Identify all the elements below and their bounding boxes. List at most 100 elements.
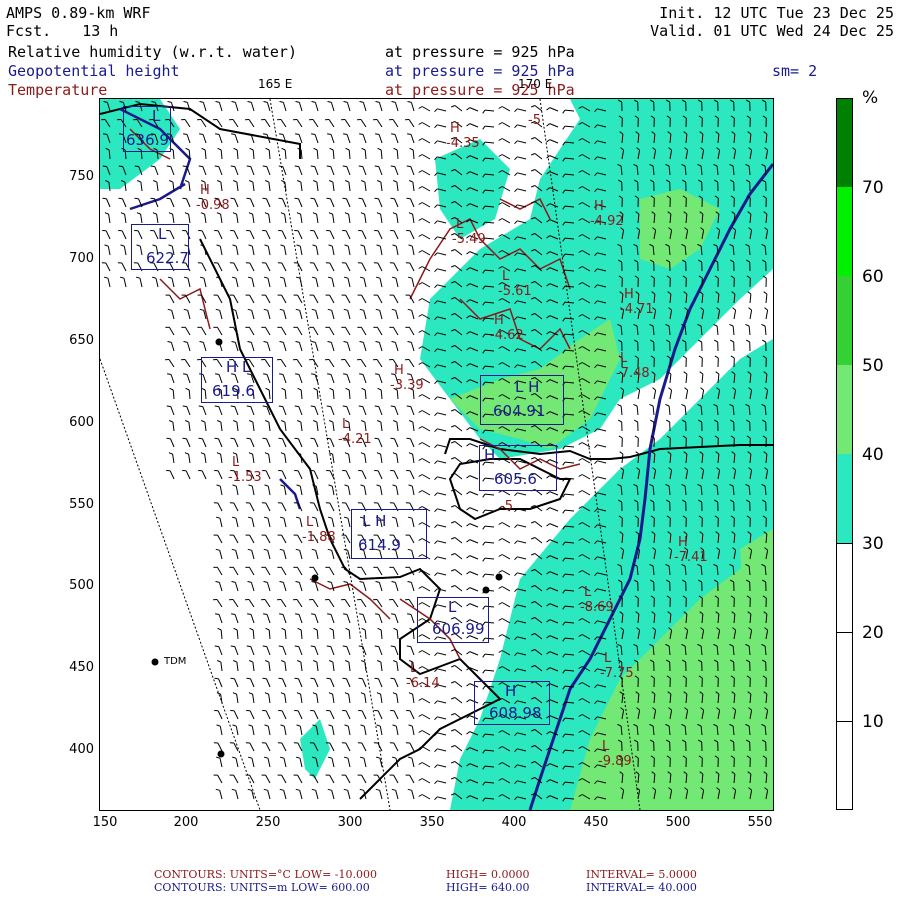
wind-barb-feather	[418, 170, 423, 173]
wind-barb-feather	[418, 762, 423, 765]
wind-barb-feather	[451, 265, 456, 268]
wind-barb-feather	[280, 692, 285, 695]
wind-barb	[282, 614, 287, 624]
wind-barb-feather	[375, 581, 380, 583]
height-box: L 606.99	[417, 597, 489, 643]
wind-barb-feather	[451, 745, 456, 748]
wind-barb	[264, 567, 271, 576]
wind-barb-feather	[296, 756, 301, 759]
temperature-label: L -5.61	[498, 269, 532, 299]
wind-barb-feather	[562, 461, 566, 466]
wind-barb-feather	[152, 212, 157, 215]
wind-barb-feather	[247, 548, 252, 551]
temperature-label-value: -5	[528, 113, 541, 128]
wind-barb-feather	[231, 341, 236, 343]
temperature-label-type: L	[602, 739, 610, 754]
wind-barb-feather	[700, 387, 704, 391]
wind-barb	[219, 790, 223, 800]
wind-barb	[534, 153, 543, 160]
wind-barb-feather	[376, 452, 381, 455]
wind-barb	[412, 422, 415, 432]
wind-barb-feather	[359, 101, 364, 103]
wind-barb-feather	[374, 645, 379, 648]
wind-barb-feather	[408, 276, 413, 279]
wind-barb-feather	[408, 692, 413, 695]
wind-barb-feather	[295, 581, 300, 583]
wind-barb-feather	[102, 197, 107, 200]
wind-barb	[314, 342, 319, 352]
wind-barb	[330, 374, 335, 384]
wind-barb-feather	[313, 660, 318, 663]
wind-barb	[454, 697, 463, 704]
wind-barb-feather	[407, 581, 412, 583]
wind-barb	[636, 405, 639, 416]
wind-barb	[364, 149, 367, 160]
wind-barb-feather	[391, 341, 396, 343]
height-box: L H 614.9	[351, 509, 427, 559]
wind-barb-feather	[562, 109, 566, 114]
y-tick-label: 500	[69, 578, 94, 593]
wind-barb-feather	[313, 180, 318, 183]
wind-barb	[363, 246, 367, 256]
wind-barb	[412, 694, 415, 704]
wind-barb-feather	[434, 764, 438, 769]
station-label-tdm: TDM	[164, 656, 187, 667]
wind-barb	[284, 629, 287, 640]
wind-barb-feather	[230, 197, 235, 200]
wind-barb	[348, 662, 351, 672]
wind-barb	[188, 422, 191, 432]
wind-barb-feather	[434, 540, 438, 545]
wind-barb	[218, 438, 223, 448]
colorbar-label: 70	[862, 178, 884, 198]
wind-barb-feather	[390, 677, 395, 680]
wind-barb-feather	[232, 724, 237, 727]
footer-height-high: HIGH= 640.00	[446, 881, 530, 894]
wind-barb	[394, 438, 399, 448]
wind-barb-feather	[406, 437, 411, 440]
wind-barb	[329, 710, 335, 720]
wind-barb-feather	[246, 437, 251, 440]
wind-barb	[437, 796, 447, 800]
wind-barb-feather	[185, 180, 190, 183]
wind-barb	[411, 758, 415, 768]
wind-barb-feather	[434, 204, 438, 209]
wind-barb-feather	[215, 613, 220, 615]
wind-barb-feather	[407, 101, 412, 103]
wind-barb	[186, 374, 191, 384]
wind-barb	[299, 758, 303, 768]
wind-barb	[329, 774, 335, 784]
wind-barb-feather	[406, 645, 411, 648]
wind-barb-feather	[393, 180, 398, 183]
wind-barb-feather	[418, 650, 423, 653]
wind-barb	[669, 390, 673, 400]
wind-barb-feather	[434, 124, 438, 129]
wind-barb-feather	[375, 133, 380, 135]
wind-barb-feather	[434, 796, 438, 801]
wind-barb	[549, 507, 559, 512]
wind-barb-feather	[578, 474, 583, 477]
wind-barb	[332, 182, 335, 192]
wind-barb	[362, 166, 367, 176]
wind-barb-feather	[498, 586, 503, 589]
wind-barb	[652, 405, 655, 416]
wind-barb	[233, 294, 239, 304]
wind-barb-feather	[451, 713, 456, 716]
wind-barb	[300, 389, 303, 400]
wind-barb-feather	[594, 460, 598, 465]
wind-barb	[266, 342, 271, 352]
wind-barb-feather	[745, 323, 750, 327]
wind-barb	[284, 149, 287, 160]
wind-barb-feather	[761, 323, 766, 327]
wind-barb-feather	[418, 410, 423, 413]
wind-barb-feather	[406, 165, 411, 168]
wind-barb-feather	[434, 380, 438, 385]
wind-barb	[378, 582, 383, 592]
wind-barb	[396, 454, 399, 464]
wind-barb-feather	[278, 197, 283, 200]
wind-barb	[313, 294, 319, 304]
wind-barb-feather	[265, 147, 270, 151]
wind-barb-feather	[166, 165, 171, 168]
wind-barb	[251, 486, 255, 496]
wind-barb	[312, 599, 319, 608]
wind-barb	[250, 614, 255, 624]
